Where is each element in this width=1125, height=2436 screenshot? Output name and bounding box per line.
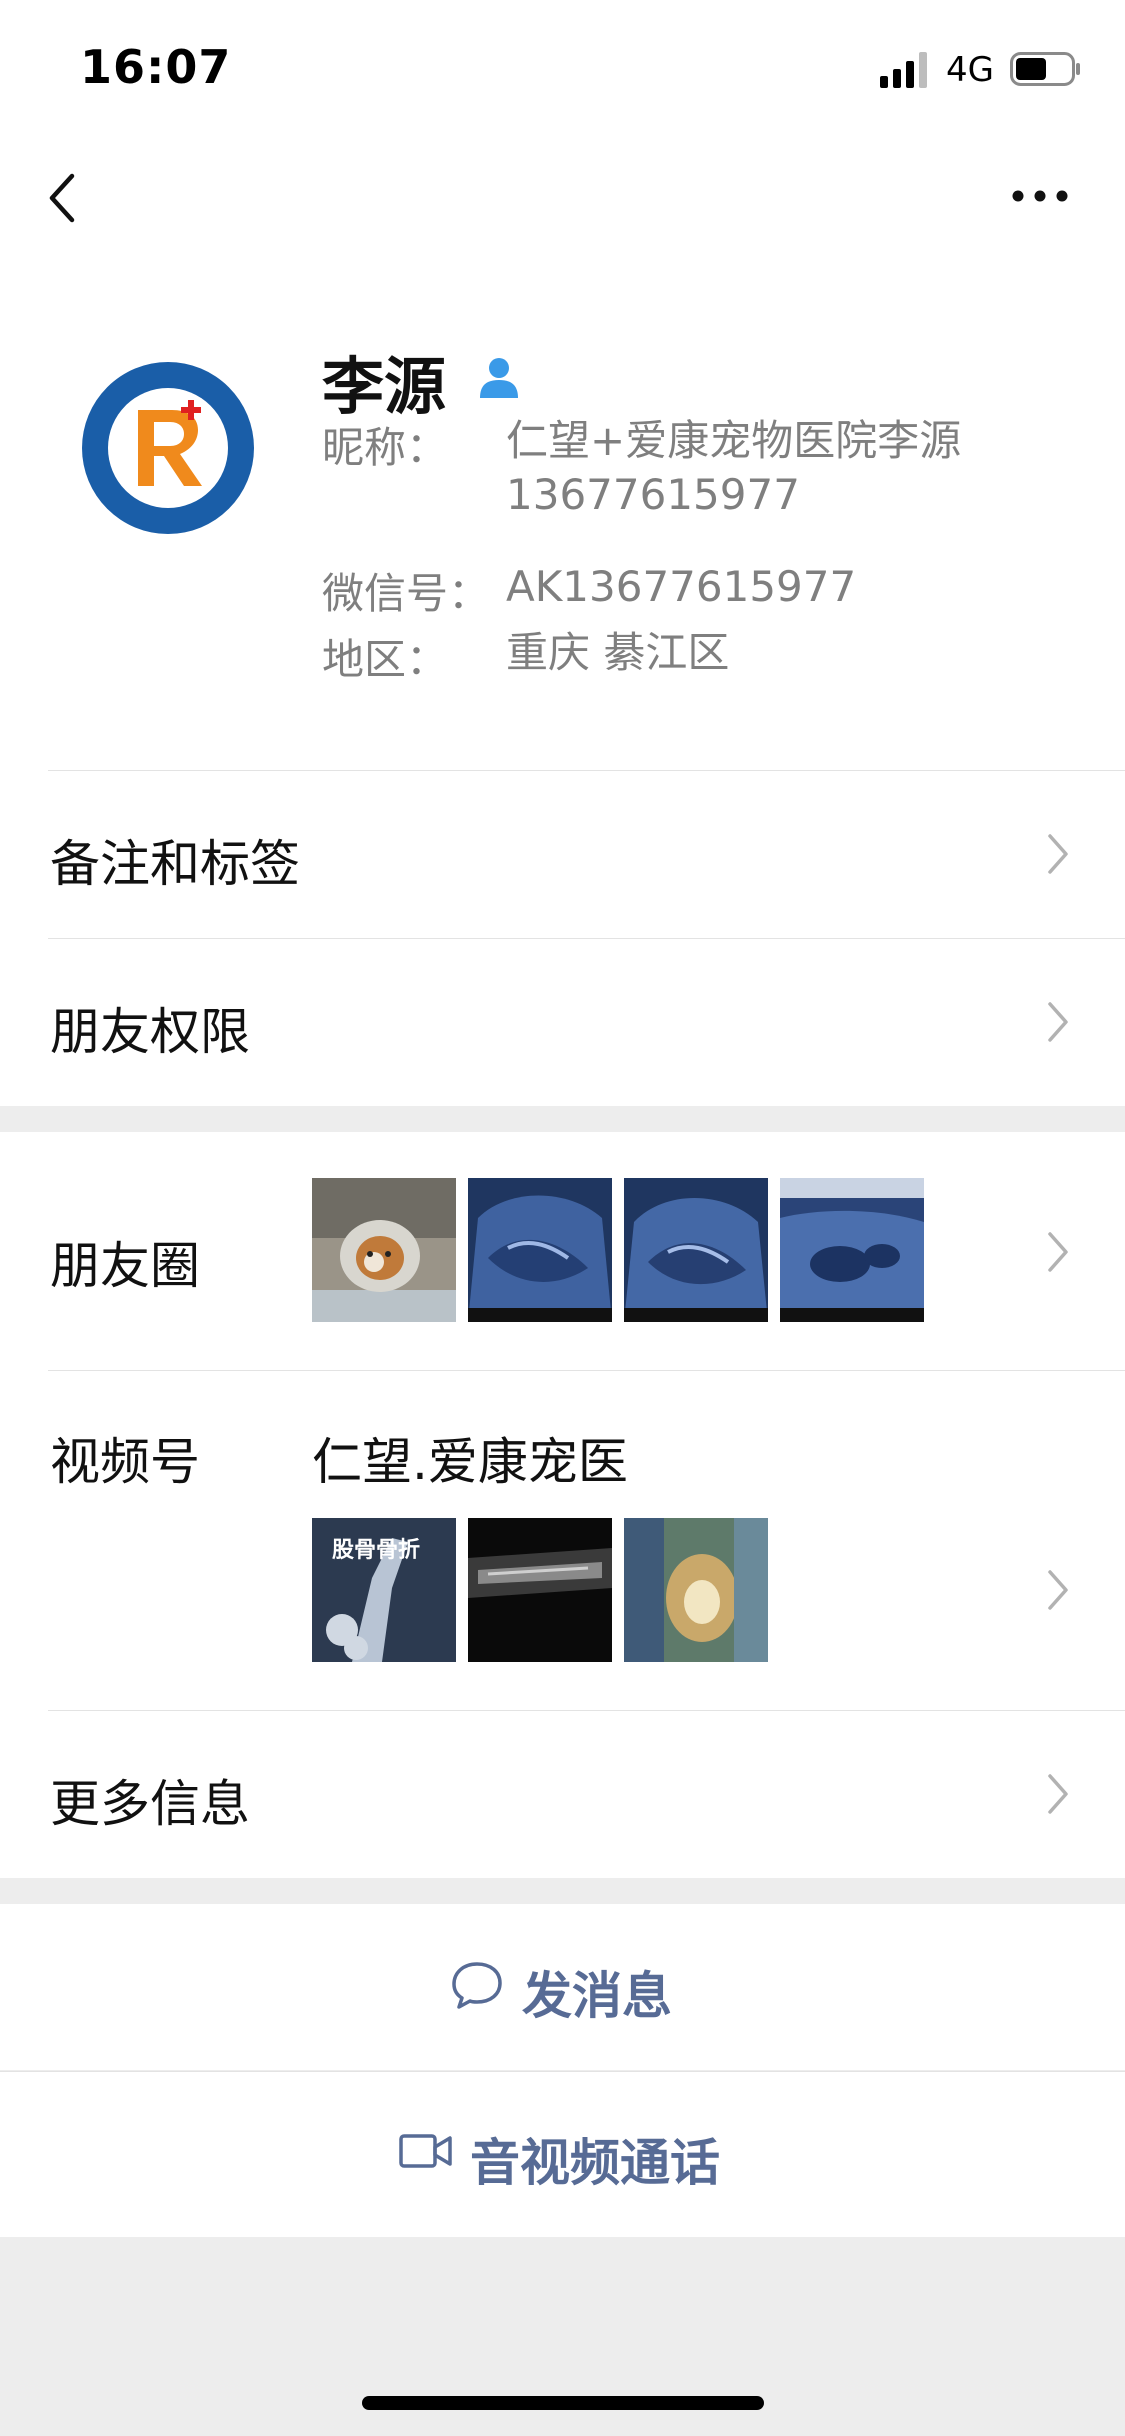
channels-thumbnail-caption: 股骨骨折 (332, 1538, 421, 1563)
send-message-label: 发消息 (522, 1967, 672, 2025)
divider (0, 2071, 1125, 2072)
moments-thumbnail-cat (312, 1178, 456, 1322)
permissions-label: 朋友权限 (50, 1003, 250, 1061)
network-type: 4G (946, 50, 994, 90)
avatar[interactable] (80, 360, 256, 536)
nickname-line-1: 仁望+爱康宠物医院李源 (506, 416, 962, 465)
region-value: 重庆 綦江区 (506, 628, 730, 677)
battery-icon (1010, 52, 1080, 86)
status-bar: 16:07 4G (0, 0, 1125, 132)
chat-bubble-icon (452, 1962, 502, 2009)
remarks-label: 备注和标签 (50, 835, 300, 893)
wechat-id-label: 微信号： (322, 569, 491, 618)
nickname-label: 昵称： (322, 423, 449, 472)
channels-thumbnail-xray-femur: 股骨骨折 (312, 1518, 456, 1662)
moments-thumbnail-ultrasound-1 (468, 1178, 612, 1322)
more-dots-icon[interactable] (1010, 186, 1070, 206)
video-call-label: 音视频通话 (470, 2134, 720, 2192)
divider (48, 1370, 1125, 1371)
remarks-and-tags-row[interactable]: 备注和标签 (0, 770, 1125, 938)
wechat-id-value: AK13677615977 (506, 562, 857, 611)
video-call-button[interactable]: 音视频通话 (0, 2071, 1125, 2237)
moments-label: 朋友圈 (50, 1237, 200, 1295)
more-info-row[interactable]: 更多信息 (0, 1710, 1125, 1878)
chevron-right-icon (1048, 1570, 1068, 1610)
verified-person-icon (480, 358, 518, 398)
channels-thumbnail-surgery (624, 1518, 768, 1662)
divider (48, 1710, 1125, 1711)
chevron-right-icon (1048, 834, 1068, 874)
signal-icon (880, 52, 927, 88)
video-camera-icon (399, 2134, 452, 2168)
home-indicator[interactable] (362, 2396, 764, 2410)
nickname-line-2: 13677615977 (506, 470, 800, 519)
moments-thumbnail-ultrasound-3 (780, 1178, 924, 1322)
divider (48, 938, 1125, 939)
friend-permissions-row[interactable]: 朋友权限 (0, 938, 1125, 1106)
more-info-label: 更多信息 (50, 1775, 250, 1833)
channels-row[interactable]: 视频号 仁望.爱康宠医 股骨骨折 (0, 1370, 1125, 1710)
divider (48, 770, 1125, 771)
region-label: 地区： (322, 635, 449, 684)
moments-thumbnail-ultrasound-2 (624, 1178, 768, 1322)
chevron-right-icon (1048, 1232, 1068, 1272)
send-message-button[interactable]: 发消息 (0, 1904, 1125, 2070)
contact-name: 李源 (322, 350, 447, 423)
nav-bar (0, 132, 1125, 262)
profile-card: 李源 昵称： 仁望+爱康宠物医院李源 13677615977 微信号： AK13… (0, 262, 1125, 770)
back-chevron-icon[interactable] (42, 168, 86, 228)
status-time: 16:07 (80, 40, 232, 94)
chevron-right-icon (1048, 1002, 1068, 1042)
chevron-right-icon (1048, 1774, 1068, 1814)
nickname-value: 仁望+爱康宠物医院李源 13677615977 (506, 414, 1066, 522)
moments-row[interactable]: 朋友圈 (0, 1132, 1125, 1370)
channels-name: 仁望.爱康宠医 (312, 1433, 628, 1491)
channels-thumbnail-xray-body (468, 1518, 612, 1662)
channels-label: 视频号 (50, 1433, 200, 1491)
